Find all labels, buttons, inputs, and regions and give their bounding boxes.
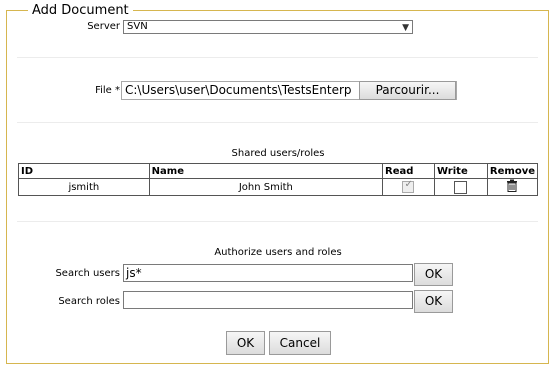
- write-checkbox[interactable]: [454, 180, 468, 194]
- read-cell: ✓: [382, 178, 435, 196]
- table-header-row: ID Name Read Write Remove: [18, 163, 539, 179]
- search-users-ok-button[interactable]: OK: [414, 263, 453, 286]
- col-read: Read: [382, 163, 435, 179]
- ok-button[interactable]: OK: [226, 331, 265, 355]
- col-remove: Remove: [486, 163, 539, 179]
- trash-icon[interactable]: [506, 179, 518, 192]
- write-cell: [433, 178, 488, 196]
- col-name: Name: [148, 163, 384, 179]
- divider: [17, 221, 538, 222]
- cancel-button[interactable]: Cancel: [269, 331, 331, 355]
- search-roles-ok-button[interactable]: OK: [414, 290, 453, 313]
- read-checkbox: ✓: [402, 179, 415, 193]
- chevron-down-icon: ▼: [402, 23, 409, 33]
- remove-cell: [486, 178, 539, 196]
- file-path-text: C:\Users\user\Documents\TestsEnterp: [125, 83, 352, 97]
- browse-button[interactable]: Parcourir...: [359, 81, 456, 100]
- row-name: John Smith: [148, 178, 384, 196]
- form-legend: Add Document: [28, 3, 133, 18]
- divider: [17, 57, 538, 58]
- server-select-value: SVN: [127, 21, 148, 32]
- authorize-title: Authorize users and roles: [214, 247, 342, 258]
- server-select[interactable]: SVN ▼: [123, 20, 413, 34]
- file-label: File *: [95, 85, 120, 96]
- search-roles-input[interactable]: [123, 291, 413, 309]
- search-users-value: js*: [126, 266, 142, 280]
- col-id: ID: [18, 163, 150, 179]
- search-users-input[interactable]: js*: [123, 264, 413, 282]
- col-write: Write: [433, 163, 488, 179]
- row-id: jsmith: [18, 178, 150, 196]
- server-label: Server: [87, 21, 120, 32]
- table-row: jsmith John Smith ✓: [18, 178, 539, 196]
- search-users-label: Search users: [55, 268, 120, 279]
- divider: [17, 122, 538, 123]
- search-roles-label: Search roles: [58, 296, 120, 307]
- shared-table: ID Name Read Write Remove jsmith John Sm…: [18, 163, 539, 196]
- shared-title: Shared users/roles: [231, 148, 325, 159]
